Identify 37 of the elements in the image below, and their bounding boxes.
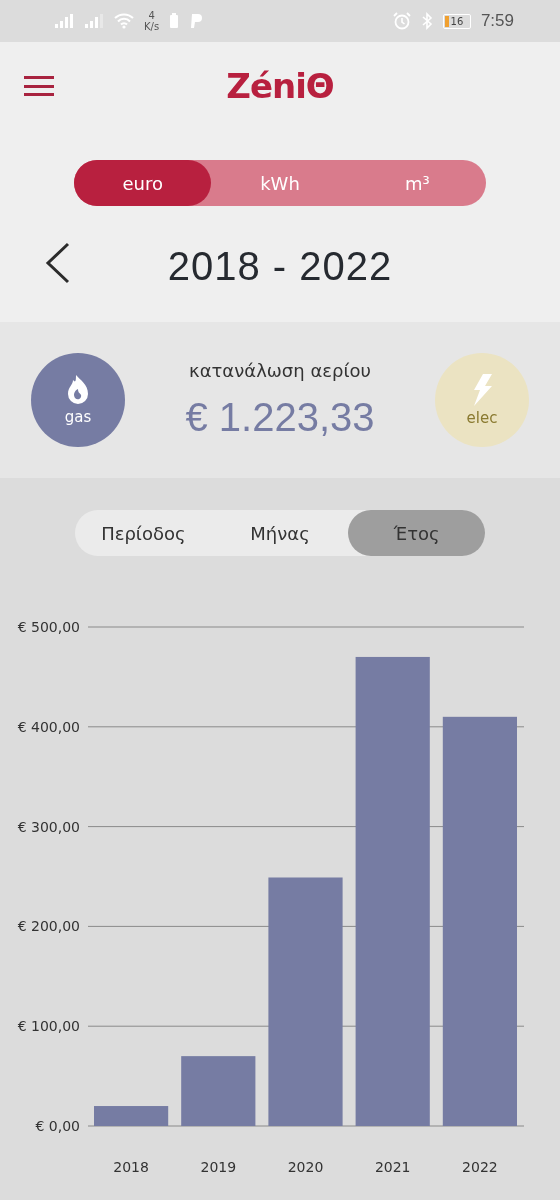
bluetooth-icon <box>420 12 433 30</box>
axis-label: 2022 <box>462 1159 498 1175</box>
axis-label: € 500,00 <box>17 619 80 635</box>
axis-label: € 400,00 <box>17 718 80 735</box>
axis-label: € 100,00 <box>17 1018 80 1035</box>
payment-app-icon <box>189 13 204 29</box>
total-amount: € 1.223,33 <box>185 395 375 440</box>
battery-saver-icon <box>169 13 180 29</box>
unit-tab[interactable]: kWh <box>211 160 349 206</box>
wifi-icon <box>114 13 134 29</box>
axis-label: 2020 <box>287 1159 324 1175</box>
axis-label: € 0,00 <box>35 1118 80 1134</box>
unit-tab[interactable]: euro <box>74 160 212 206</box>
period-tab[interactable]: Μήνας <box>211 510 349 556</box>
gas-source-button[interactable]: gas <box>31 353 125 447</box>
axis-label: 2019 <box>200 1159 237 1175</box>
axis-label: 2021 <box>374 1159 411 1175</box>
consumption-title: κατανάλωση αερίου <box>189 360 371 381</box>
app-logo: ZéniΘ <box>226 66 334 106</box>
alarm-icon <box>392 12 411 30</box>
battery-indicator: 16 <box>442 13 471 29</box>
period-tab[interactable]: Περίοδος <box>75 510 212 556</box>
period-tab[interactable]: Έτος <box>348 510 485 556</box>
period-range: 2018 - 2022 <box>167 243 393 289</box>
axis-label: 2018 <box>113 1159 149 1175</box>
signal-icon <box>84 13 104 29</box>
signal-icon <box>54 13 74 29</box>
network-speed-unit: K/s <box>144 21 160 32</box>
axis-label: € 300,00 <box>17 818 80 835</box>
unit-tab[interactable]: m³ <box>348 160 486 206</box>
clock-time: 7:59 <box>480 11 514 31</box>
network-speed: 4 <box>148 10 155 21</box>
axis-label: € 200,00 <box>17 918 80 935</box>
back-arrow-icon[interactable] <box>44 242 72 284</box>
electricity-source-button[interactable]: elec <box>435 353 529 447</box>
menu-icon[interactable] <box>24 76 54 96</box>
flame-icon <box>66 374 90 406</box>
